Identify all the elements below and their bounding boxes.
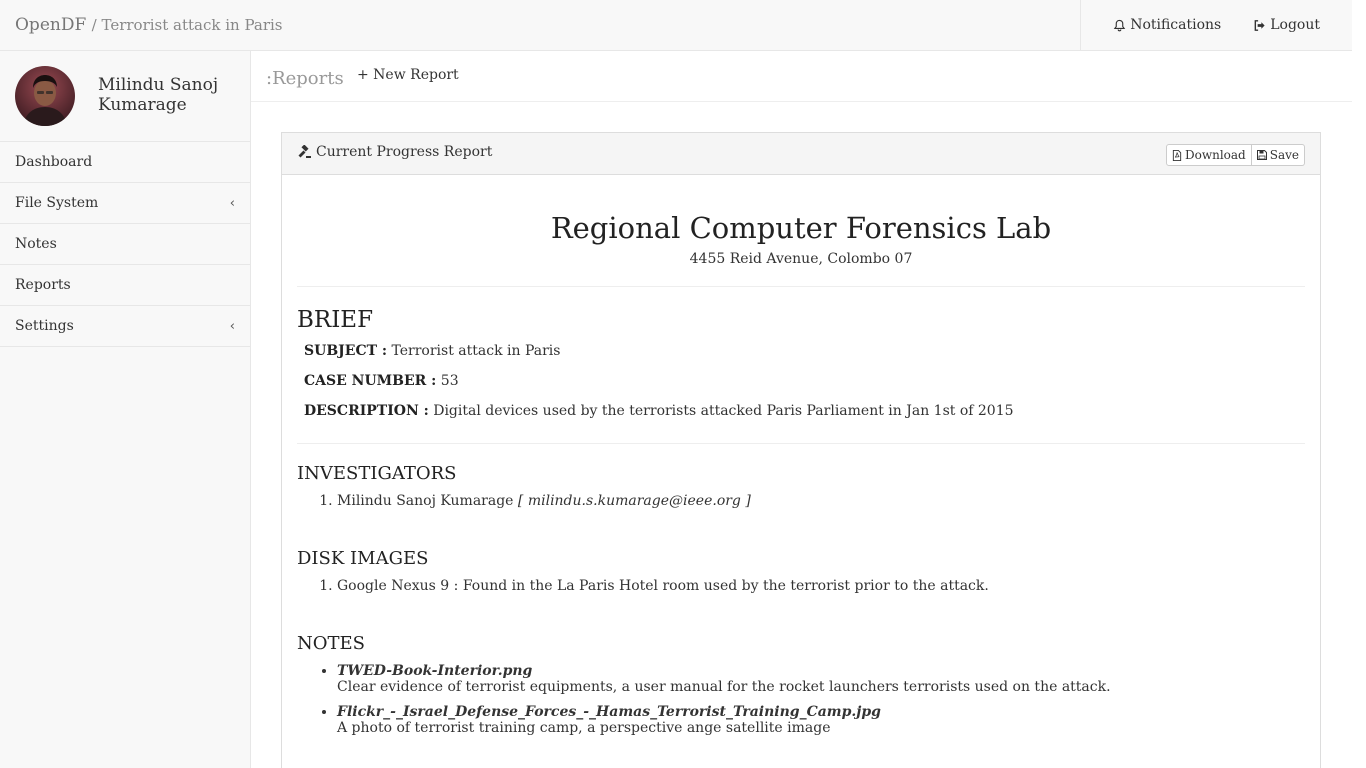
disk-images-heading: DISK IMAGES <box>297 548 429 569</box>
report-panel: Current Progress Report Download Save Re… <box>281 132 1321 768</box>
subject-row: SUBJECT : Terrorist attack in Paris <box>297 343 1305 363</box>
sidebar-item-label: File System <box>15 195 99 211</box>
note-item: Flickr_-_Israel_Defense_Forces_-_Hamas_T… <box>337 704 1305 736</box>
bell-icon <box>1113 19 1126 31</box>
notifications-link[interactable]: Notifications <box>1097 0 1237 50</box>
download-button[interactable]: Download <box>1165 144 1252 166</box>
floppy-disk-icon <box>1256 150 1267 160</box>
save-label: Save <box>1269 148 1299 162</box>
investigator-email: [ milindu.s.kumarage@ieee.org ] <box>517 493 751 509</box>
download-label: Download <box>1184 148 1246 162</box>
user-name: Milindu Sanoj Kumarage <box>98 75 219 115</box>
description-label: DESCRIPTION : <box>304 403 429 419</box>
logout-label: Logout <box>1270 17 1320 33</box>
chevron-left-icon: ‹ <box>229 195 235 211</box>
note-file-name: Flickr_-_Israel_Defense_Forces_-_Hamas_T… <box>337 704 881 720</box>
sidebar-menu: Dashboard File System ‹ Notes Reports Setting… <box>0 142 250 347</box>
investigator-name: Milindu Sanoj Kumarage <box>337 493 514 509</box>
case-title: Terrorist attack in Paris <box>101 16 283 34</box>
notes-heading: NOTES <box>297 633 365 654</box>
logout-link[interactable]: Logout <box>1237 0 1336 50</box>
sign-out-icon <box>1254 19 1265 31</box>
case-number-label: CASE NUMBER : <box>304 373 437 389</box>
divider <box>297 443 1305 444</box>
panel-title-text: Current Progress Report <box>316 144 493 160</box>
lab-address: 4455 Reid Avenue, Colombo 07 <box>689 251 913 267</box>
divider <box>297 286 1305 287</box>
top-navbar: OpenDF / Terrorist attack in Paris Notif… <box>0 0 1352 51</box>
file-pdf-icon <box>1172 149 1182 161</box>
save-button[interactable]: Save <box>1251 144 1305 166</box>
investigators-list: Milindu Sanoj Kumarage [ milindu.s.kumar… <box>297 493 1305 509</box>
sidebar-item-dashboard[interactable]: Dashboard <box>0 142 250 183</box>
investigators-heading: INVESTIGATORS <box>297 463 457 484</box>
description-row: DESCRIPTION : Digital devices used by th… <box>297 403 1305 423</box>
case-number-row: CASE NUMBER : 53 <box>297 373 1305 393</box>
note-text: Clear evidence of terrorist equipments, … <box>337 679 1111 695</box>
note-text: A photo of terrorist training camp, a pe… <box>337 720 831 736</box>
note-item: TWED-Book-Interior.pngClear evidence of … <box>337 663 1305 695</box>
lab-name: Regional Computer Forensics Lab <box>550 211 1052 245</box>
chevron-left-icon: ‹ <box>229 318 235 334</box>
disk-image-item: Google Nexus 9 : Found in the La Paris H… <box>337 578 1305 594</box>
breadcrumb-separator: / <box>91 16 102 34</box>
subject-value: Terrorist attack in Paris <box>391 343 561 359</box>
gavel-icon <box>298 145 311 158</box>
brief-heading: BRIEF <box>297 307 374 333</box>
notes-list: TWED-Book-Interior.pngClear evidence of … <box>297 663 1305 736</box>
note-file-name: TWED-Book-Interior.png <box>337 663 533 679</box>
sidebar-item-label: Reports <box>15 277 71 293</box>
brand-logo-text[interactable]: OpenDF <box>15 15 86 35</box>
panel-heading: Current Progress Report Download Save <box>282 133 1320 175</box>
disk-images-list: Google Nexus 9 : Found in the La Paris H… <box>297 578 1305 594</box>
sidebar-item-file-system[interactable]: File System ‹ <box>0 183 250 224</box>
sidebar: Milindu Sanoj Kumarage Dashboard File Sys… <box>0 51 251 768</box>
reports-subbar: :Reports + New Report <box>251 51 1352 102</box>
avatar <box>15 66 75 126</box>
sidebar-item-settings[interactable]: Settings ‹ <box>0 306 250 347</box>
report-body: Regional Computer Forensics Lab 4455 Rei… <box>282 211 1320 736</box>
case-number-value: 53 <box>440 373 459 389</box>
panel-title: Current Progress Report <box>297 144 492 160</box>
page-title: :Reports <box>266 68 344 89</box>
brand-breadcrumb: OpenDF / Terrorist attack in Paris <box>15 15 283 35</box>
sidebar-item-reports[interactable]: Reports <box>0 265 250 306</box>
investigator-item: Milindu Sanoj Kumarage [ milindu.s.kumar… <box>337 493 1305 509</box>
sidebar-item-notes[interactable]: Notes <box>0 224 250 265</box>
report-actions: Download Save <box>1165 144 1305 166</box>
sidebar-item-label: Settings <box>15 318 74 334</box>
sidebar-item-label: Notes <box>15 236 57 252</box>
user-profile: Milindu Sanoj Kumarage <box>0 51 250 142</box>
sidebar-item-label: Dashboard <box>15 154 93 170</box>
description-value: Digital devices used by the terrorists a… <box>433 403 1014 419</box>
notifications-label: Notifications <box>1130 17 1222 33</box>
subject-label: SUBJECT : <box>304 343 388 359</box>
new-report-button[interactable]: + New Report <box>357 67 459 83</box>
top-nav-actions: Notifications Logout <box>1080 0 1352 50</box>
